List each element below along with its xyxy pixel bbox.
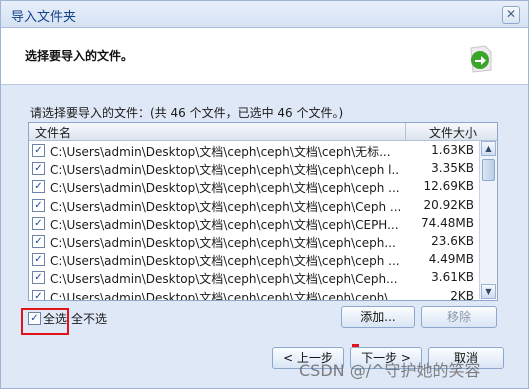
file-row[interactable]: ✓ C:\Users\admin\Desktop\文档\ceph\ceph\文档…: [29, 159, 479, 177]
window-title: 导入文件夹: [11, 10, 77, 25]
file-row[interactable]: ✓ C:\Users\admin\Desktop\文档\ceph\ceph\文档…: [29, 232, 479, 250]
file-path: C:\Users\admin\Desktop\文档\ceph\ceph\文档\c…: [50, 254, 400, 269]
file-path: C:\Users\admin\Desktop\文档\ceph\ceph\文档\c…: [50, 235, 396, 250]
row-checkbox[interactable]: ✓: [32, 144, 45, 157]
column-filename-label: 文件名: [35, 126, 72, 140]
file-size: 12.69KB: [423, 179, 474, 194]
select-all-checkbox[interactable]: ✓: [28, 312, 41, 325]
file-path: C:\Users\admin\Desktop\文档\ceph\ceph\文档\c…: [50, 290, 400, 301]
file-list: 文件名 文件大小 ✓ C:\Users\admin\Desktop\文档\cep…: [28, 122, 498, 301]
file-size: 1.63KB: [431, 143, 474, 157]
file-size: 4.49MB: [428, 252, 474, 267]
file-row[interactable]: ✓ C:\Users\admin\Desktop\文档\ceph\ceph\文档…: [29, 214, 479, 232]
file-list-header: 文件名 文件大小: [29, 123, 497, 141]
file-path: C:\Users\admin\Desktop\文档\ceph\ceph\文档\c…: [50, 217, 399, 232]
file-size: 2KB: [450, 288, 474, 301]
title-bar: 导入文件夹 ✕: [1, 1, 528, 28]
file-path: C:\Users\admin\Desktop\文档\ceph\ceph\文档\c…: [50, 145, 391, 159]
import-arrow-icon: [470, 45, 492, 73]
file-row[interactable]: ✓ C:\Users\admin\Desktop\文档\ceph\ceph\文档…: [29, 250, 479, 268]
row-checkbox[interactable]: ✓: [32, 271, 45, 285]
file-row[interactable]: ✓ C:\Users\admin\Desktop\文档\ceph\ceph\文档…: [29, 287, 479, 301]
file-row[interactable]: ✓ C:\Users\admin\Desktop\文档\ceph\ceph\文档…: [29, 177, 479, 195]
file-count-info: 请选择要导入的文件：(共 46 个文件，已选中 46 个文件。): [30, 106, 344, 120]
file-rows: ✓ C:\Users\admin\Desktop\文档\ceph\ceph\文档…: [29, 141, 479, 300]
vertical-scrollbar[interactable]: ▲ ▼: [479, 141, 497, 299]
header-title: 选择要导入的文件。: [25, 49, 134, 63]
file-row[interactable]: ✓ C:\Users\admin\Desktop\文档\ceph\ceph\文档…: [29, 141, 479, 159]
import-folder-dialog: 导入文件夹 ✕ 选择要导入的文件。 请选择要导入的文件：(共 46 个文件，已选…: [0, 0, 529, 389]
file-row[interactable]: ✓ C:\Users\admin\Desktop\文档\ceph\ceph\文档…: [29, 196, 479, 214]
file-path: C:\Users\admin\Desktop\文档\ceph\ceph\文档\c…: [50, 272, 398, 287]
column-filename[interactable]: 文件名: [29, 123, 406, 140]
row-checkbox[interactable]: ✓: [32, 162, 45, 176]
column-filesize-label: 文件大小: [428, 126, 477, 140]
file-size: 3.61KB: [431, 270, 474, 285]
row-checkbox[interactable]: ✓: [32, 198, 45, 212]
row-checkbox[interactable]: ✓: [32, 180, 45, 194]
column-filesize[interactable]: 文件大小: [406, 123, 479, 140]
row-checkbox[interactable]: ✓: [32, 216, 45, 230]
scroll-thumb[interactable]: [482, 159, 495, 181]
scroll-up-icon[interactable]: ▲: [481, 141, 496, 156]
watermark: CSDN @/^守护她的笑容: [299, 361, 481, 380]
add-button[interactable]: 添加...: [341, 306, 415, 328]
remove-button[interactable]: 移除: [421, 306, 497, 328]
file-path: C:\Users\admin\Desktop\文档\ceph\ceph\文档\c…: [50, 199, 400, 214]
file-size: 20.92KB: [423, 197, 474, 212]
file-path: C:\Users\admin\Desktop\文档\ceph\ceph\文档\c…: [50, 181, 400, 196]
file-row[interactable]: ✓ C:\Users\admin\Desktop\文档\ceph\ceph\文档…: [29, 268, 479, 286]
file-size: 3.35KB: [431, 161, 474, 176]
select-none-link[interactable]: 全不选: [71, 310, 107, 327]
wizard-header: 选择要导入的文件。: [1, 28, 528, 85]
file-size: 74.48MB: [421, 215, 474, 230]
close-button[interactable]: ✕: [502, 6, 520, 24]
scroll-down-icon[interactable]: ▼: [481, 284, 496, 299]
row-checkbox[interactable]: ✓: [32, 289, 45, 300]
row-checkbox[interactable]: ✓: [32, 234, 45, 248]
file-size: 23.6KB: [431, 233, 474, 248]
row-checkbox[interactable]: ✓: [32, 253, 45, 267]
file-path: C:\Users\admin\Desktop\文档\ceph\ceph\文档\c…: [50, 163, 400, 178]
select-all-link[interactable]: 全选: [43, 310, 67, 327]
